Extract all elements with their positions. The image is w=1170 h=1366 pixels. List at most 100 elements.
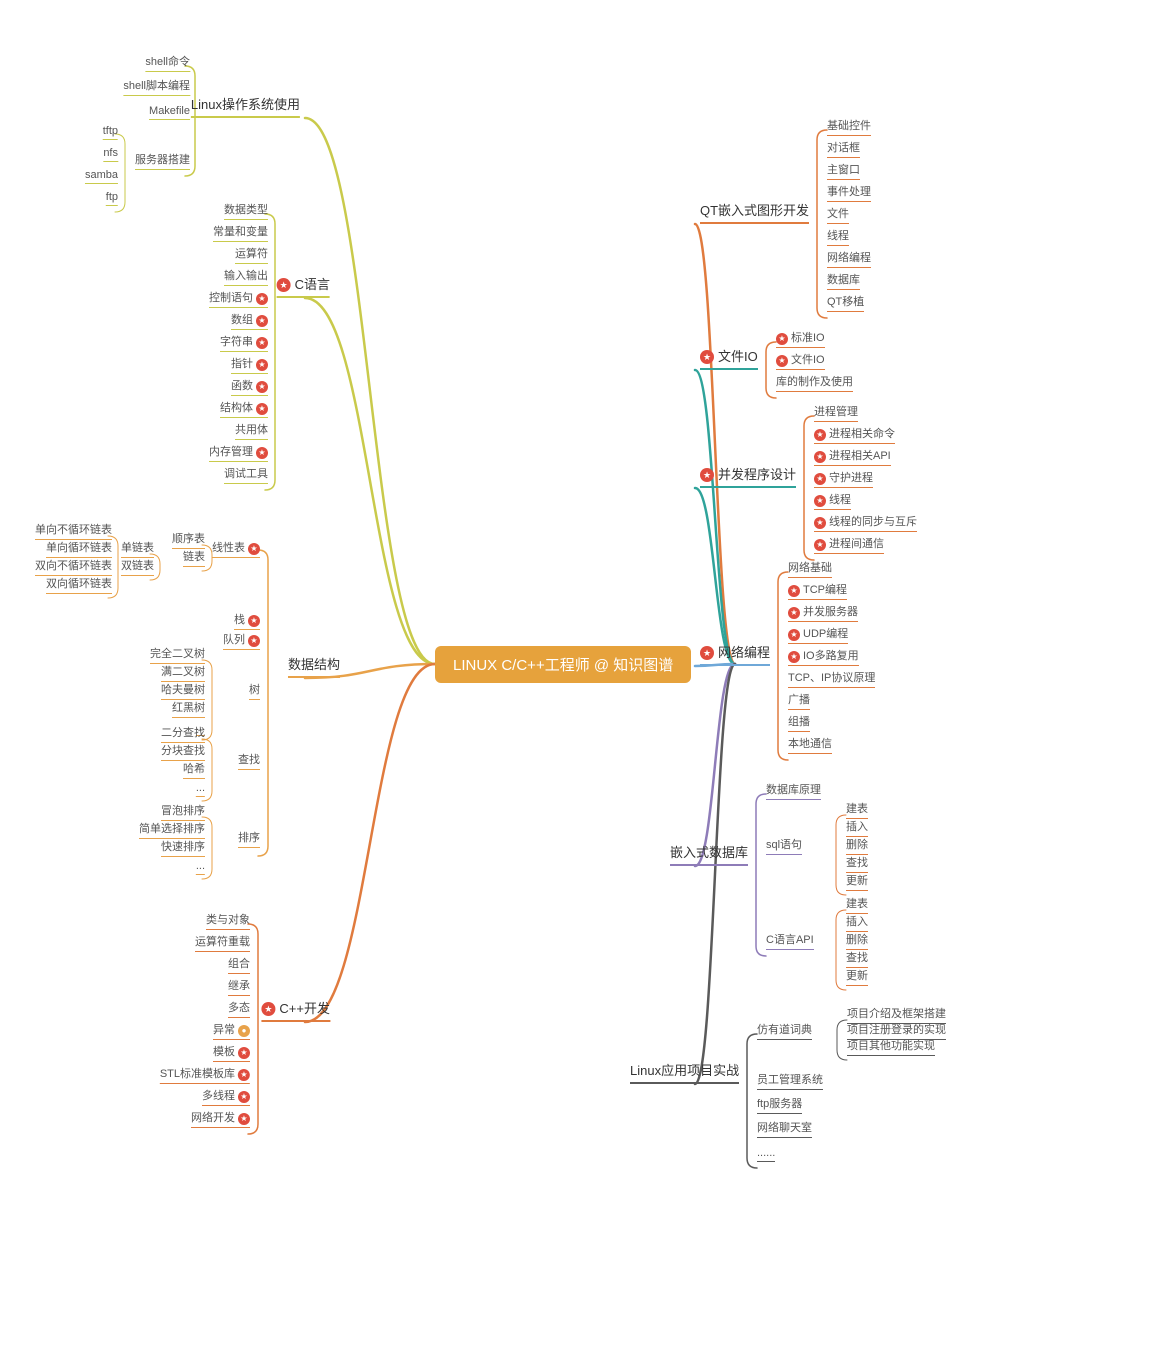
leaf-调试工具[interactable]: 调试工具: [224, 465, 268, 484]
leaf-排序[interactable]: 排序: [238, 829, 260, 848]
leaf-常量和变量[interactable]: 常量和变量: [213, 223, 268, 242]
leaf-db-2-1[interactable]: 插入: [846, 913, 868, 932]
leaf-r3-5[interactable]: TCP、IP协议原理: [788, 669, 875, 688]
leaf-db-1-4[interactable]: 更新: [846, 872, 868, 891]
leaf-运算符重载[interactable]: 运算符重载: [195, 933, 250, 952]
leaf-r2-0[interactable]: 进程管理: [814, 403, 858, 422]
leaf-数组[interactable]: 数组★: [231, 311, 268, 330]
leaf-多态[interactable]: 多态: [228, 999, 250, 1018]
leaf-ftp[interactable]: ftp: [106, 191, 118, 206]
leaf-db-1-0[interactable]: 建表: [846, 800, 868, 819]
leaf4-双向循环链表[interactable]: 双向循环链表: [46, 575, 112, 594]
leaf3-双链表[interactable]: 双链表: [121, 557, 154, 576]
leaf-pj-3[interactable]: 网络聊天室: [757, 1119, 812, 1138]
leaf2-...[interactable]: ...: [196, 782, 205, 797]
leaf-db-0[interactable]: 数据库原理: [766, 781, 821, 800]
leaf-db-2-4[interactable]: 更新: [846, 967, 868, 986]
leaf-r3-3[interactable]: ★UDP编程: [788, 625, 848, 644]
leaf-r0-7[interactable]: 数据库: [827, 271, 860, 290]
leaf2-哈希[interactable]: 哈希: [183, 760, 205, 779]
branch-r2[interactable]: ★并发程序设计: [700, 464, 796, 488]
leaf-r0-8[interactable]: QT移植: [827, 293, 864, 312]
leaf-运算符[interactable]: 运算符: [235, 245, 268, 264]
leaf-pj-4[interactable]: ......: [757, 1147, 775, 1162]
leaf-查找[interactable]: 查找: [238, 751, 260, 770]
leaf-STL标准模板库[interactable]: STL标准模板库★: [160, 1065, 250, 1084]
leaf-函数[interactable]: 函数★: [231, 377, 268, 396]
leaf-r2-4[interactable]: ★线程: [814, 491, 851, 510]
branch-r3[interactable]: ★网络编程: [700, 642, 770, 666]
leaf-输入输出[interactable]: 输入输出: [224, 267, 268, 286]
leaf-继承[interactable]: 继承: [228, 977, 250, 996]
leaf4-单向循环链表[interactable]: 单向循环链表: [46, 539, 112, 558]
leaf-db-2-2[interactable]: 删除: [846, 931, 868, 950]
leaf-类与对象[interactable]: 类与对象: [206, 911, 250, 930]
leaf-数据类型[interactable]: 数据类型: [224, 201, 268, 220]
leaf-模板[interactable]: 模板★: [213, 1043, 250, 1062]
leaf-多线程[interactable]: 多线程★: [202, 1087, 250, 1106]
leaf-r0-1[interactable]: 对话框: [827, 139, 860, 158]
leaf-结构体[interactable]: 结构体★: [220, 399, 268, 418]
leaf-网络开发[interactable]: 网络开发★: [191, 1109, 250, 1128]
leaf2-分块查找[interactable]: 分块查找: [161, 742, 205, 761]
leaf-r3-0[interactable]: 网络基础: [788, 559, 832, 578]
leaf-组合[interactable]: 组合: [228, 955, 250, 974]
leaf-db-2[interactable]: C语言API: [766, 931, 814, 950]
leaf-指针[interactable]: 指针★: [231, 355, 268, 374]
branch-cpp[interactable]: ★C++开发: [261, 998, 330, 1022]
leaf-r0-0[interactable]: 基础控件: [827, 117, 871, 136]
leaf-pj-1[interactable]: 员工管理系统: [757, 1071, 823, 1090]
leaf-r1-0[interactable]: ★标准IO: [776, 329, 825, 348]
leaf-shell命令[interactable]: shell命令: [145, 53, 190, 72]
leaf-r3-7[interactable]: 组播: [788, 713, 810, 732]
leaf-异常[interactable]: 异常●: [213, 1021, 250, 1040]
leaf-字符串[interactable]: 字符串★: [220, 333, 268, 352]
leaf-r0-4[interactable]: 文件: [827, 205, 849, 224]
leaf-线性表[interactable]: 线性表★: [212, 539, 260, 558]
leaf-db-1[interactable]: sql语句: [766, 836, 802, 855]
leaf2-红黑树[interactable]: 红黑树: [172, 699, 205, 718]
leaf-shell脚本编程[interactable]: shell脚本编程: [123, 77, 190, 96]
leaf-samba[interactable]: samba: [85, 169, 118, 184]
leaf2-链表[interactable]: 链表: [183, 548, 205, 567]
leaf-r2-2[interactable]: ★进程相关API: [814, 447, 891, 466]
leaf2-哈夫曼树[interactable]: 哈夫曼树: [161, 681, 205, 700]
leaf-r3-6[interactable]: 广播: [788, 691, 810, 710]
leaf-队列[interactable]: 队列★: [223, 631, 260, 650]
leaf-nfs[interactable]: nfs: [103, 147, 118, 162]
leaf-r3-1[interactable]: ★TCP编程: [788, 581, 847, 600]
leaf2-快速排序[interactable]: 快速排序: [161, 838, 205, 857]
leaf-内存管理[interactable]: 内存管理★: [209, 443, 268, 462]
leaf-r0-3[interactable]: 事件处理: [827, 183, 871, 202]
leaf-r2-3[interactable]: ★守护进程: [814, 469, 873, 488]
leaf4-双向不循环链表[interactable]: 双向不循环链表: [35, 557, 112, 576]
leaf-pj-0[interactable]: 仿有道词典: [757, 1021, 812, 1040]
leaf-db-2-3[interactable]: 查找: [846, 949, 868, 968]
leaf4-单向不循环链表[interactable]: 单向不循环链表: [35, 521, 112, 540]
leaf2-...[interactable]: ...: [196, 860, 205, 875]
leaf-树[interactable]: 树: [249, 681, 260, 700]
branch-proj[interactable]: Linux应用项目实战: [630, 1060, 739, 1084]
branch-r0[interactable]: QT嵌入式图形开发: [700, 200, 809, 224]
leaf-pj-0-2[interactable]: 项目其他功能实现: [847, 1037, 935, 1056]
leaf2-简单选择排序[interactable]: 简单选择排序: [139, 820, 205, 839]
leaf2-完全二叉树[interactable]: 完全二叉树: [150, 645, 205, 664]
branch-r1[interactable]: ★文件IO: [700, 346, 758, 370]
branch-ds[interactable]: 数据结构: [288, 654, 340, 678]
leaf-Makefile[interactable]: Makefile: [149, 105, 190, 120]
branch-linux-os[interactable]: Linux操作系统使用: [191, 94, 300, 118]
leaf-db-1-1[interactable]: 插入: [846, 818, 868, 837]
leaf-tftp[interactable]: tftp: [103, 125, 118, 140]
leaf-控制语句[interactable]: 控制语句★: [209, 289, 268, 308]
leaf-r2-5[interactable]: ★线程的同步与互斥: [814, 513, 917, 532]
leaf2-冒泡排序[interactable]: 冒泡排序: [161, 802, 205, 821]
branch-c[interactable]: ★C语言: [277, 274, 330, 298]
center-node[interactable]: LINUX C/C++工程师 @ 知识图谱: [435, 646, 691, 683]
leaf-db-1-3[interactable]: 查找: [846, 854, 868, 873]
leaf-r3-8[interactable]: 本地通信: [788, 735, 832, 754]
leaf2-满二叉树[interactable]: 满二叉树: [161, 663, 205, 682]
leaf2-顺序表[interactable]: 顺序表: [172, 530, 205, 549]
leaf-r3-2[interactable]: ★并发服务器: [788, 603, 858, 622]
leaf-r3-4[interactable]: ★IO多路复用: [788, 647, 859, 666]
leaf-服务器搭建[interactable]: 服务器搭建: [135, 151, 190, 170]
